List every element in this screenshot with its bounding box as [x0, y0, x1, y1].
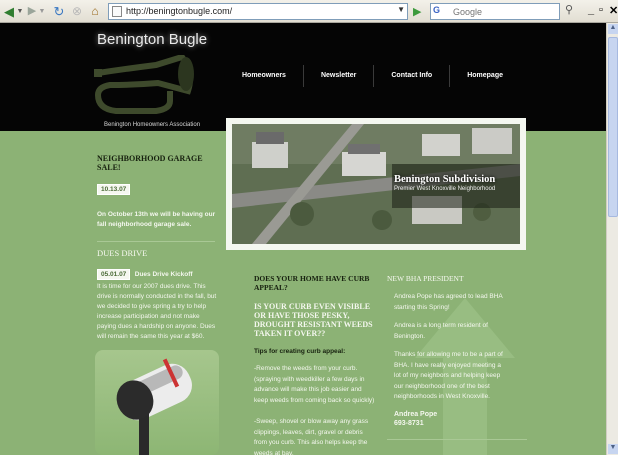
president-para-3: Thanks for allowing me to be a part of B…	[394, 351, 503, 400]
search-bar[interactable]: G	[430, 3, 560, 20]
browser-toolbar: ◀ ▼ ▶ ▼ ↻ ⊗ ⌂ http://beningtonbugle.com/…	[0, 0, 618, 23]
site-header: Benington Bugle Benington Homeowners Ass…	[0, 23, 606, 131]
site-subtitle: Benington Homeowners Association	[104, 122, 201, 128]
reload-icon[interactable]: ↻	[52, 4, 66, 19]
scrollbar-thumb[interactable]	[608, 37, 618, 217]
curb-appeal-tip-1: -Remove the weeds from your curb. (spray…	[254, 365, 375, 404]
page-icon	[112, 6, 122, 17]
nav-contact-info[interactable]: Contact Info	[374, 65, 451, 87]
president-para-2: Andrea is a long term resident of Bening…	[394, 322, 488, 340]
magnifier-icon[interactable]: ⚲	[565, 3, 579, 20]
vertical-scrollbar[interactable]: ▲ ▼	[606, 23, 618, 455]
forward-dropdown-icon[interactable]: ▼	[38, 4, 46, 19]
site-title[interactable]: Benington Bugle	[97, 31, 207, 48]
scroll-down-icon[interactable]: ▼	[608, 444, 618, 454]
nav-homepage[interactable]: Homepage	[450, 65, 520, 87]
garage-sale-date-badge: 10.13.07	[97, 184, 131, 195]
bugle-logo-icon	[94, 55, 194, 114]
search-input[interactable]	[453, 5, 553, 18]
news-sidebar: Neighborhood Garage Sale! 10.13.07 On Oc…	[97, 154, 219, 342]
maximize-icon[interactable]: ▫	[599, 4, 603, 16]
dues-drive-text: It is time for our 2007 dues drive. This…	[97, 283, 217, 340]
president-heading: New BHA President	[387, 274, 464, 283]
hero-title: Benington Subdivision	[394, 174, 496, 185]
forward-arrow-icon[interactable]: ▶	[26, 4, 38, 19]
curb-appeal-tips-label: Tips for creating curb appeal:	[254, 348, 346, 355]
nav-newsletter[interactable]: Newsletter	[304, 65, 375, 87]
garage-sale-text: On October 13th we will be having our fa…	[97, 211, 216, 228]
president-phone: 693-8731	[394, 419, 424, 427]
url-text[interactable]: http://beningtonbugle.com/	[126, 6, 232, 16]
back-arrow-icon[interactable]: ◀	[2, 4, 16, 19]
scroll-up-icon[interactable]: ▲	[608, 24, 618, 34]
curb-appeal-subheading: Is your curb even visible or have those …	[254, 302, 373, 338]
mailbox-card	[95, 350, 219, 455]
search-engine-icon[interactable]: G	[433, 5, 451, 18]
hero-subtitle: Premier West Knoxville Neighborhood	[394, 186, 496, 192]
home-icon[interactable]: ⌂	[88, 4, 102, 19]
stop-icon[interactable]: ⊗	[70, 4, 84, 19]
dues-drive-kickoff-label: Dues Drive Kickoff	[134, 271, 193, 278]
close-icon[interactable]: ✕	[609, 4, 618, 17]
url-dropdown-icon[interactable]: ▼	[397, 5, 405, 14]
main-nav: Homeowners Newsletter Contact Info Homep…	[225, 65, 520, 87]
mailbox-icon	[116, 358, 192, 455]
curb-appeal-article: Does your home have curb appeal? Is your…	[254, 274, 376, 455]
news-divider	[97, 241, 215, 242]
garage-sale-title: Neighborhood Garage Sale!	[97, 154, 203, 172]
right-divider	[387, 439, 527, 440]
go-arrow-icon[interactable]: ▶	[413, 5, 421, 18]
nav-homeowners[interactable]: Homeowners	[225, 65, 304, 87]
dues-drive-title: Dues Drive	[97, 248, 148, 258]
minimize-icon[interactable]: _	[588, 4, 594, 16]
president-name: Andrea Pope	[394, 410, 438, 418]
address-bar[interactable]: http://beningtonbugle.com/ ▼	[108, 3, 408, 20]
dues-drive-date-badge: 05.01.07	[97, 269, 131, 280]
president-article: New BHA President Andrea Pope has agreed…	[387, 274, 505, 427]
curb-appeal-tip-2: -Sweep, shovel or blow away any grass cl…	[254, 418, 369, 455]
president-para-1: Andrea Pope has agreed to lead BHA start…	[394, 293, 503, 311]
curb-appeal-heading: Does your home have curb appeal?	[254, 274, 370, 292]
back-dropdown-icon[interactable]: ▼	[16, 4, 24, 19]
page-viewport: Benington Bugle Benington Homeowners Ass…	[0, 23, 606, 455]
